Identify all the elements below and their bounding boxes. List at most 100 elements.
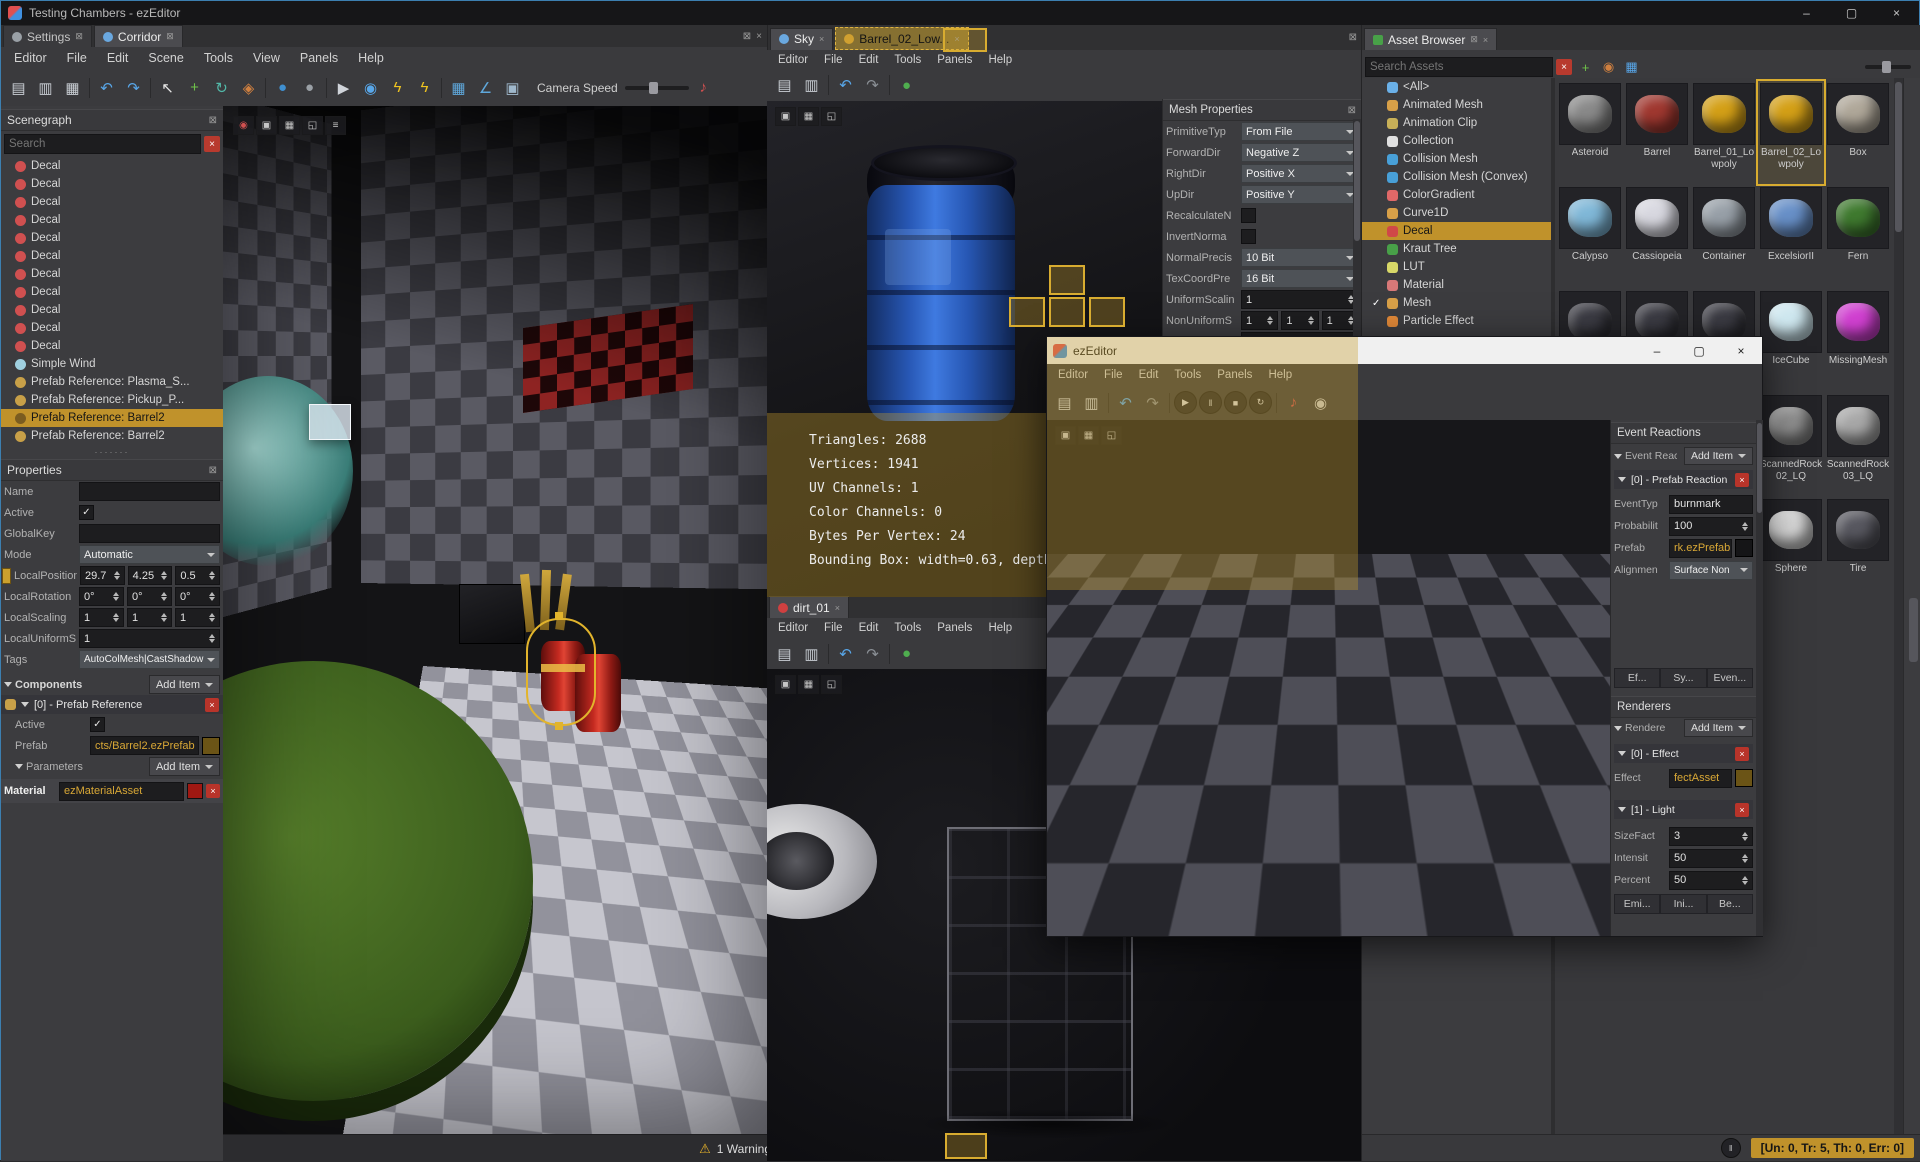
- play-button[interactable]: ▶: [1174, 391, 1197, 414]
- browse-effect-button[interactable]: [1735, 769, 1753, 787]
- close-panel-icon[interactable]: ×: [756, 31, 762, 42]
- scenegraph-node[interactable]: Decal: [1, 247, 223, 265]
- asset-type-node[interactable]: Kraut Tree: [1362, 240, 1551, 258]
- document-tab[interactable]: dirt_01 ×: [769, 596, 849, 618]
- spinner-buttons[interactable]: [161, 613, 167, 622]
- camera-menu-icon[interactable]: ◉: [233, 116, 254, 135]
- grid-toggle-icon[interactable]: ▦: [1078, 426, 1099, 445]
- scenegraph-node[interactable]: Decal: [1, 157, 223, 175]
- add-parameter-button[interactable]: Add Item: [148, 757, 220, 776]
- remove-reaction-button[interactable]: ×: [1735, 472, 1749, 487]
- float-panel-icon[interactable]: ⊠: [1348, 105, 1356, 116]
- close-button[interactable]: ×: [1720, 337, 1762, 364]
- uniform-scale-spinner[interactable]: 1: [79, 629, 220, 648]
- menu-item[interactable]: Editor: [1051, 368, 1095, 382]
- asset-grid-item[interactable]: Tire: [1825, 497, 1891, 600]
- scenegraph-node[interactable]: Prefab Reference: Barrel2: [1, 427, 223, 445]
- slider-knob[interactable]: [1882, 61, 1892, 73]
- spinner-buttons[interactable]: [161, 571, 168, 580]
- undo-icon[interactable]: ↶: [833, 641, 858, 666]
- new-document-icon[interactable]: ▤: [772, 641, 797, 666]
- expander-icon[interactable]: [1618, 751, 1626, 756]
- menu-item[interactable]: Edit: [852, 621, 886, 635]
- select-tool-icon[interactable]: ↖: [155, 75, 180, 100]
- alignment-select[interactable]: Surface Non: [1669, 560, 1753, 580]
- scrollbar-handle[interactable]: [1757, 423, 1762, 513]
- active-checkbox[interactable]: [79, 505, 94, 520]
- expander-icon[interactable]: [1618, 807, 1626, 812]
- remove-component-button[interactable]: ×: [205, 697, 219, 712]
- rotation-z-spinner[interactable]: 0°: [175, 587, 220, 606]
- expand-view-icon[interactable]: ◱: [821, 675, 842, 694]
- document-tab[interactable]: Sky ×: [770, 27, 834, 50]
- expand-view-icon[interactable]: ◱: [821, 107, 842, 126]
- world-space-icon[interactable]: ●: [270, 75, 295, 100]
- render-mode-icon[interactable]: ▣: [775, 107, 796, 126]
- tab-close-icon[interactable]: ×: [1483, 35, 1488, 45]
- menu-item[interactable]: Editor: [771, 53, 815, 67]
- prefab-reaction-group[interactable]: [0] - Prefab Reaction ×: [1614, 470, 1753, 489]
- pause-button[interactable]: ‖: [1199, 391, 1222, 414]
- toolbar-icon[interactable]: [87, 75, 92, 100]
- material-asset-field[interactable]: ezMaterialAsset: [59, 781, 184, 801]
- material-color-swatch[interactable]: [187, 783, 203, 799]
- rotation-x-spinner[interactable]: 0°: [79, 587, 124, 606]
- particle-preview-viewport[interactable]: ▣ ▦ ◱: [1047, 420, 1610, 936]
- toolbar-icon[interactable]: [1167, 390, 1172, 415]
- normal-precision-select[interactable]: 10 Bit: [1241, 248, 1359, 267]
- scenegraph-node[interactable]: Decal: [1, 301, 223, 319]
- position-y-spinner[interactable]: 4.25: [127, 566, 173, 585]
- redo-icon[interactable]: ↷: [860, 73, 885, 98]
- expand-view-icon[interactable]: ◱: [1101, 426, 1122, 445]
- tab-close-icon[interactable]: ×: [819, 34, 824, 44]
- menu-item[interactable]: Panels: [930, 53, 979, 67]
- name-input[interactable]: [79, 482, 220, 501]
- menu-item[interactable]: Panels: [930, 621, 979, 635]
- clear-search-icon[interactable]: ×: [1556, 59, 1572, 75]
- component-group-header[interactable]: [0] - Prefab Reference ×: [1, 695, 223, 714]
- copy-icon[interactable]: ▦: [60, 75, 85, 100]
- spinner-buttons[interactable]: [1307, 316, 1314, 325]
- position-z-spinner[interactable]: 0.5: [175, 566, 221, 585]
- scale-tool-icon[interactable]: ◈: [236, 75, 261, 100]
- asset-type-node[interactable]: Animated Mesh: [1362, 96, 1551, 114]
- maximize-button[interactable]: ▢: [1829, 1, 1874, 25]
- scrollbar-handle[interactable]: [1909, 598, 1918, 662]
- expander-icon[interactable]: [15, 764, 23, 769]
- intensity-spinner[interactable]: 50: [1669, 848, 1753, 868]
- render-mode-icon[interactable]: ▣: [256, 116, 277, 135]
- add-renderer-button[interactable]: Add Item: [1683, 719, 1753, 737]
- scenegraph-node[interactable]: Decal: [1, 337, 223, 355]
- tags-select[interactable]: AutoColMesh|CastShadow: [79, 650, 220, 669]
- menu-item[interactable]: Help: [1261, 368, 1299, 382]
- asset-grid-item[interactable]: ScannedRock02_LQ: [1758, 393, 1824, 496]
- render-grid-icon[interactable]: ▣: [500, 75, 525, 100]
- effect-renderer-group[interactable]: [0] - Effect ×: [1614, 744, 1753, 763]
- world-icon[interactable]: ●: [894, 73, 919, 98]
- up-dir-select[interactable]: Positive Y: [1241, 185, 1359, 204]
- menu-item[interactable]: Edit: [1132, 368, 1166, 382]
- browse-prefab-button[interactable]: [202, 736, 220, 755]
- toolbar-icon[interactable]: [148, 75, 153, 100]
- particle-editor-window[interactable]: ezEditor – ▢ × Editor File Edit Tools Panels…: [1046, 336, 1763, 937]
- scenegraph-node[interactable]: Prefab Reference: Barrel2: [1, 409, 223, 427]
- menu-item[interactable]: Scene: [139, 49, 192, 67]
- scaling-x-spinner[interactable]: 1: [79, 608, 124, 627]
- float-panel-icon[interactable]: ⊠: [743, 31, 751, 42]
- collapsed-side-panel[interactable]: [1903, 78, 1920, 1134]
- asset-type-icon[interactable]: ◉: [1598, 57, 1619, 78]
- add-component-button[interactable]: Add Item: [148, 675, 220, 694]
- asset-type-node[interactable]: Curve1D: [1362, 204, 1551, 222]
- asset-type-node[interactable]: Animation Clip: [1362, 114, 1551, 132]
- grid-toggle-icon[interactable]: ▦: [798, 107, 819, 126]
- asset-type-node[interactable]: Particle Effect: [1362, 312, 1551, 330]
- spinner-buttons[interactable]: [1267, 316, 1274, 325]
- spinner-buttons[interactable]: [209, 571, 216, 580]
- tab-dock-icon[interactable]: ⊠: [166, 31, 174, 42]
- remove-renderer-button[interactable]: ×: [1735, 802, 1749, 817]
- view-mode-icon[interactable]: ▦: [1621, 57, 1642, 78]
- uniform-scaling-spinner[interactable]: 1: [1241, 290, 1359, 309]
- expander-icon[interactable]: [1614, 725, 1622, 731]
- float-panel-icon[interactable]: ⊠: [209, 115, 217, 126]
- asset-type-node[interactable]: Mesh: [1362, 294, 1551, 312]
